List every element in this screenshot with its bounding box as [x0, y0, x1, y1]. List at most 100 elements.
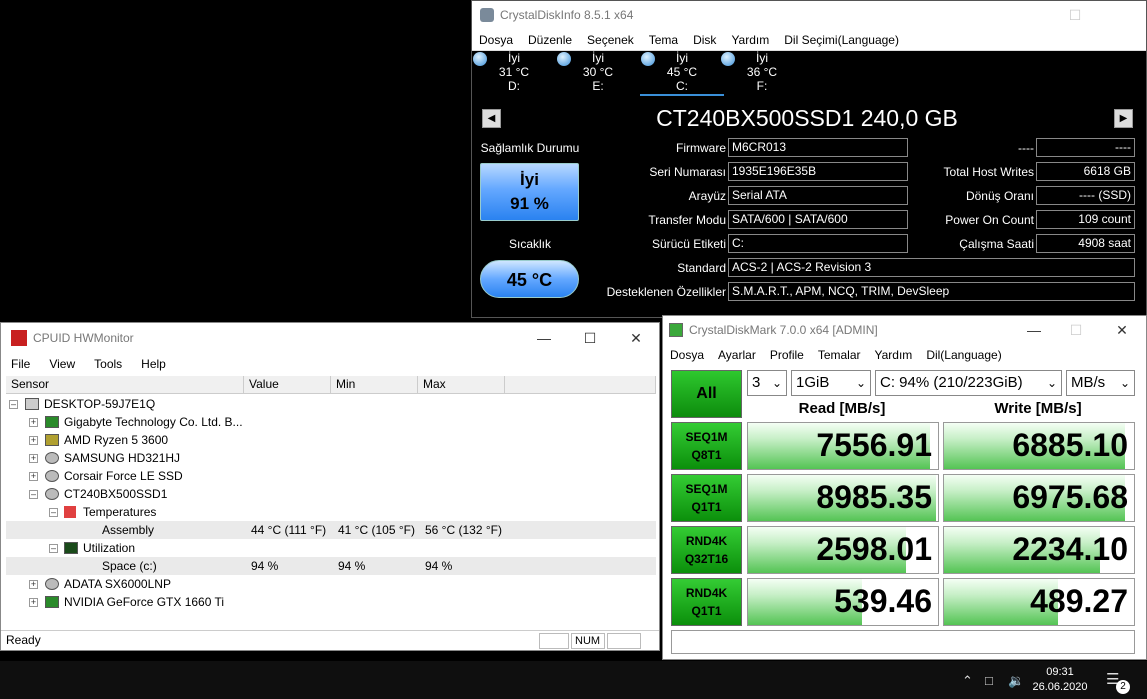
chevron-down-icon: ⌄ [1046, 376, 1057, 390]
disk-icon [45, 452, 59, 464]
menu-temalar[interactable]: Temalar [811, 348, 868, 362]
disk-letter: F: [756, 79, 768, 93]
write-header: Write [MB/s] [994, 400, 1082, 417]
chevron-down-icon: ⌄ [855, 376, 866, 390]
tree-item[interactable]: + SAMSUNG HD321HJ [6, 449, 656, 467]
test-params: Q8T1 [691, 448, 722, 462]
run-all-button[interactable]: All [671, 370, 742, 418]
menu-language[interactable]: Dil Seçimi(Language) [777, 33, 907, 47]
menu-language[interactable]: Dil(Language) [919, 348, 1008, 362]
comment-input[interactable] [671, 630, 1135, 654]
network-icon[interactable]: □ [985, 673, 993, 688]
tree-item[interactable]: + ADATA SX6000LNP [6, 575, 656, 593]
disk-temp: 30 °C [582, 65, 614, 79]
sensor-row[interactable]: Space (c:) 94 % 94 % 94 % [6, 557, 656, 575]
minimize-icon[interactable]: — [521, 324, 567, 352]
test-size-value: 1GiB [796, 374, 830, 391]
test-count-select[interactable]: 3 ⌄ [747, 370, 787, 396]
close-icon[interactable]: ✕ [613, 324, 659, 352]
read-value: 2598.01 [816, 531, 932, 567]
tree-item[interactable]: – CT240BX500SSD1 [6, 485, 656, 503]
temperature-label: Sıcaklık [508, 237, 551, 251]
menu-view[interactable]: View [39, 357, 84, 371]
write-value: 6975.68 [1012, 479, 1128, 515]
collapse-icon[interactable]: – [9, 400, 18, 409]
disk-temp: 36 °C [746, 65, 778, 79]
collapse-icon[interactable]: – [49, 508, 58, 517]
close-icon[interactable]: ✕ [1099, 316, 1145, 344]
next-disk-icon[interactable]: ▶ [1114, 109, 1133, 128]
test-size-select[interactable]: 1GiB ⌄ [791, 370, 871, 396]
menu-dosya[interactable]: Dosya [663, 348, 711, 362]
tree-group[interactable]: – Temperatures [6, 503, 656, 521]
item-label: CT240BX500SSD1 [64, 487, 168, 501]
menu-tema[interactable]: Tema [642, 33, 686, 47]
column-value[interactable]: Value [244, 376, 331, 394]
maximize-icon[interactable]: ☐ [1052, 1, 1098, 29]
sensor-name: Space (c:) [102, 559, 157, 573]
item-label: Corsair Force LE SSD [64, 469, 183, 483]
expand-icon[interactable]: + [29, 454, 38, 463]
maximize-icon[interactable]: ☐ [567, 324, 613, 352]
disk-tab-e[interactable]: İyi 30 °C E: [556, 50, 640, 96]
tree-item[interactable]: + AMD Ryzen 5 3600 [6, 431, 656, 449]
tree-item[interactable]: + NVIDIA GeForce GTX 1660 Ti [6, 593, 656, 611]
disk-model-title: CT240BX500SSD1 240,0 GB [656, 105, 958, 131]
expand-icon[interactable]: + [29, 436, 38, 445]
tree-group[interactable]: – Utilization [6, 539, 656, 557]
tree-root[interactable]: – DESKTOP-59J7E1Q [6, 395, 656, 413]
column-sensor[interactable]: Sensor [6, 376, 244, 394]
minimize-icon[interactable]: — [1011, 316, 1057, 344]
drive-select[interactable]: C: 94% (210/223GiB) ⌄ [875, 370, 1062, 396]
tree-item[interactable]: + Gigabyte Technology Co. Ltd. B... [6, 413, 656, 431]
expand-icon[interactable]: + [29, 472, 38, 481]
expand-icon[interactable]: + [29, 598, 38, 607]
minimize-icon[interactable]: — [1006, 1, 1052, 29]
menu-dosya[interactable]: Dosya [472, 33, 521, 47]
prev-disk-icon[interactable]: ◀ [482, 109, 501, 128]
menu-help[interactable]: Help [131, 357, 175, 371]
clock[interactable]: 09:31 26.06.2020 [1030, 665, 1090, 695]
test-button-0[interactable]: SEQ1M Q8T1 [671, 422, 742, 470]
status-text: Ready [6, 633, 41, 647]
test-button-1[interactable]: SEQ1M Q1T1 [671, 474, 742, 522]
unit-select[interactable]: MB/s ⌄ [1066, 370, 1135, 396]
menu-duzenle[interactable]: Düzenle [521, 33, 580, 47]
menu-secenek[interactable]: Seçenek [580, 33, 642, 47]
column-min[interactable]: Min [331, 376, 418, 394]
menu-file[interactable]: File [1, 357, 39, 371]
maximize-icon[interactable]: ☐ [1053, 316, 1099, 344]
disk-tab-d[interactable]: İyi 31 °C D: [472, 50, 556, 96]
transfer-mode-value: SATA/600 | SATA/600 [728, 210, 908, 229]
collapse-icon[interactable]: – [29, 490, 38, 499]
clock-time: 09:31 [1046, 666, 1074, 678]
disk-letter: D: [508, 79, 520, 93]
sensor-row[interactable]: Assembly 44 °C (111 °F) 41 °C (105 °F) 5… [6, 521, 656, 539]
test-button-3[interactable]: RND4K Q1T1 [671, 578, 742, 626]
chevron-up-icon[interactable]: ⌃ [962, 673, 973, 689]
volume-icon[interactable]: 🔉 [1008, 673, 1024, 689]
menu-yardim[interactable]: Yardım [868, 348, 920, 362]
disk-tab-c[interactable]: İyi 45 °C C: [640, 50, 724, 96]
expand-icon[interactable]: + [29, 580, 38, 589]
menu-tools[interactable]: Tools [84, 357, 131, 371]
disk-tab-f[interactable]: İyi 36 °C F: [720, 50, 804, 96]
expand-icon[interactable]: + [29, 418, 38, 427]
transfer-mode-label: Transfer Modu [648, 213, 726, 227]
tree-item[interactable]: + Corsair Force LE SSD [6, 467, 656, 485]
item-label: AMD Ryzen 5 3600 [64, 433, 169, 447]
menu-ayarlar[interactable]: Ayarlar [711, 348, 763, 362]
test-button-2[interactable]: RND4K Q32T16 [671, 526, 742, 574]
menu-profile[interactable]: Profile [763, 348, 811, 362]
menu-disk[interactable]: Disk [686, 33, 724, 47]
features-value: S.M.A.R.T., APM, NCQ, TRIM, DevSleep [728, 282, 1135, 301]
disk-icon [45, 488, 59, 500]
close-icon[interactable]: ✕ [1098, 1, 1144, 29]
collapse-icon[interactable]: – [49, 544, 58, 553]
read-value: 7556.91 [816, 427, 932, 463]
hwm-title: CPUID HWMonitor [33, 331, 134, 345]
menu-yardim[interactable]: Yardım [724, 33, 777, 47]
status-ball-icon [473, 52, 487, 66]
column-max[interactable]: Max [418, 376, 505, 394]
test-name: RND4K [685, 534, 728, 548]
